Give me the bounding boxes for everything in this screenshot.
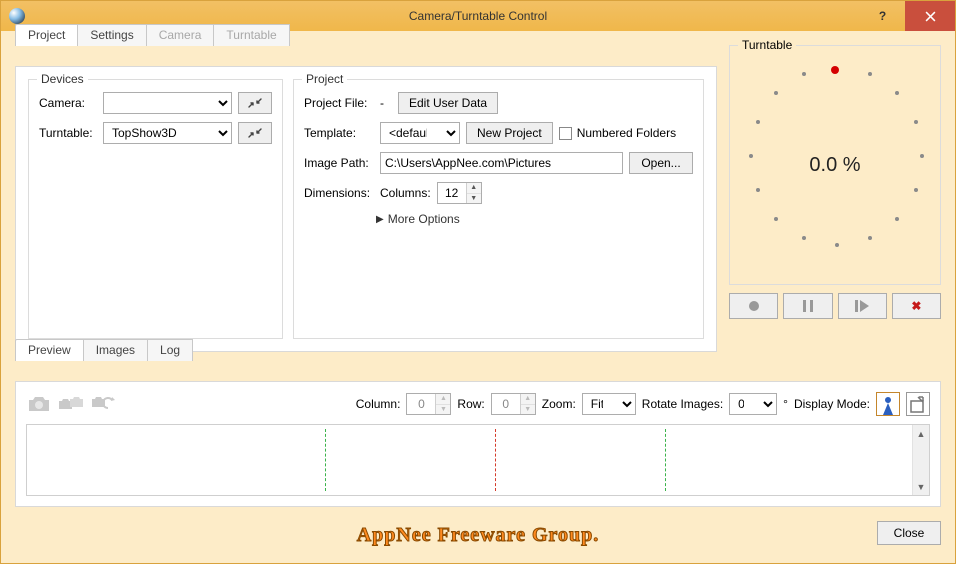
turntable-panel-legend: Turntable xyxy=(738,38,796,52)
help-button[interactable]: ? xyxy=(860,1,905,31)
scroll-up-icon[interactable]: ▲ xyxy=(913,425,929,442)
row-spinner[interactable]: ▲▼ xyxy=(491,393,536,415)
tab-project[interactable]: Project xyxy=(15,24,78,46)
camera-label: Camera: xyxy=(39,96,97,110)
devices-group: Devices Camera: T xyxy=(28,79,283,339)
close-button[interactable]: Close xyxy=(877,521,941,545)
columns-label: Columns: xyxy=(380,186,431,200)
expand-icon: ▶ xyxy=(376,214,384,225)
turntable-label: Turntable: xyxy=(39,126,97,140)
preview-canvas: ▲ ▼ xyxy=(26,424,930,496)
display-mode-export-icon[interactable] xyxy=(906,392,930,416)
numbered-folders-label: Numbered Folders xyxy=(577,126,676,140)
devices-legend: Devices xyxy=(37,72,88,86)
dimensions-label: Dimensions: xyxy=(304,186,374,200)
watermark-text: AppNee Freeware Group. xyxy=(15,524,941,547)
record-icon xyxy=(748,300,760,312)
camera-rotate-icon[interactable] xyxy=(90,394,114,414)
tab-settings[interactable]: Settings xyxy=(77,24,146,46)
rotate-label: Rotate Images: xyxy=(642,397,723,411)
row-label: Row: xyxy=(457,397,484,411)
camera-icon[interactable] xyxy=(26,394,50,414)
turntable-percent: 0.0 % xyxy=(809,154,860,177)
turntable-dial-group: Turntable 0.0 % xyxy=(729,45,941,285)
window-close-button[interactable] xyxy=(905,1,955,31)
connect-icon xyxy=(247,97,263,109)
zoom-label: Zoom: xyxy=(542,397,576,411)
marker-green-left xyxy=(325,429,326,491)
close-icon xyxy=(925,11,936,22)
pause-button[interactable] xyxy=(783,293,832,319)
tab-images[interactable]: Images xyxy=(83,339,148,361)
camera-connect-button[interactable] xyxy=(238,92,272,114)
tab-turntable[interactable]: Turntable xyxy=(213,24,289,46)
vertical-scrollbar[interactable]: ▲ ▼ xyxy=(912,425,929,495)
camera-select[interactable] xyxy=(103,92,232,114)
marker-green-right xyxy=(665,429,666,491)
marker-red xyxy=(495,429,496,491)
preview-tabstrip: Preview Images Log xyxy=(15,339,192,361)
spinner-down-icon[interactable]: ▼ xyxy=(467,194,481,204)
columns-value[interactable] xyxy=(438,183,466,203)
main-tabstrip: Project Settings Camera Turntable xyxy=(15,24,289,46)
rotate-select[interactable]: 0 xyxy=(729,393,777,415)
step-button[interactable] xyxy=(838,293,887,319)
tab-log[interactable]: Log xyxy=(147,339,193,361)
tab-preview[interactable]: Preview xyxy=(15,339,84,361)
step-forward-icon xyxy=(855,300,869,312)
turntable-connect-button[interactable] xyxy=(238,122,272,144)
open-button[interactable]: Open... xyxy=(629,152,693,174)
project-legend: Project xyxy=(302,72,347,86)
columns-spinner[interactable]: ▲▼ xyxy=(437,182,482,204)
project-file-label: Project File: xyxy=(304,96,374,110)
stop-icon: ✖ xyxy=(911,299,921,313)
spinner-up-icon[interactable]: ▲ xyxy=(467,183,481,194)
dial-position-marker xyxy=(831,66,839,74)
more-options-toggle[interactable]: ▶ More Options xyxy=(376,212,693,226)
app-icon xyxy=(9,8,25,24)
turntable-select[interactable]: TopShow3D xyxy=(103,122,232,144)
image-path-label: Image Path: xyxy=(304,156,374,170)
window-title: Camera/Turntable Control xyxy=(1,9,955,23)
template-select[interactable]: <default> xyxy=(380,122,460,144)
zoom-select[interactable]: Fit xyxy=(582,393,636,415)
more-options-label: More Options xyxy=(388,212,460,226)
display-mode-person-icon[interactable] xyxy=(876,392,900,416)
project-file-value: - xyxy=(380,96,392,110)
new-project-button[interactable]: New Project xyxy=(466,122,553,144)
column-label: Column: xyxy=(356,397,401,411)
stop-button[interactable]: ✖ xyxy=(892,293,941,319)
scroll-down-icon[interactable]: ▼ xyxy=(913,478,929,495)
tab-camera[interactable]: Camera xyxy=(146,24,215,46)
template-label: Template: xyxy=(304,126,374,140)
connect-icon xyxy=(247,127,263,139)
edit-user-data-button[interactable]: Edit User Data xyxy=(398,92,498,114)
display-mode-label: Display Mode: xyxy=(794,397,870,411)
image-path-input[interactable] xyxy=(380,152,623,174)
column-spinner[interactable]: ▲▼ xyxy=(406,393,451,415)
camera-multi-icon[interactable] xyxy=(58,394,82,414)
pause-icon xyxy=(803,300,813,312)
degree-symbol: ° xyxy=(783,397,788,411)
numbered-folders-checkbox[interactable]: Numbered Folders xyxy=(559,126,676,140)
record-button[interactable] xyxy=(729,293,778,319)
project-group: Project Project File: - Edit User Data T… xyxy=(293,79,704,339)
